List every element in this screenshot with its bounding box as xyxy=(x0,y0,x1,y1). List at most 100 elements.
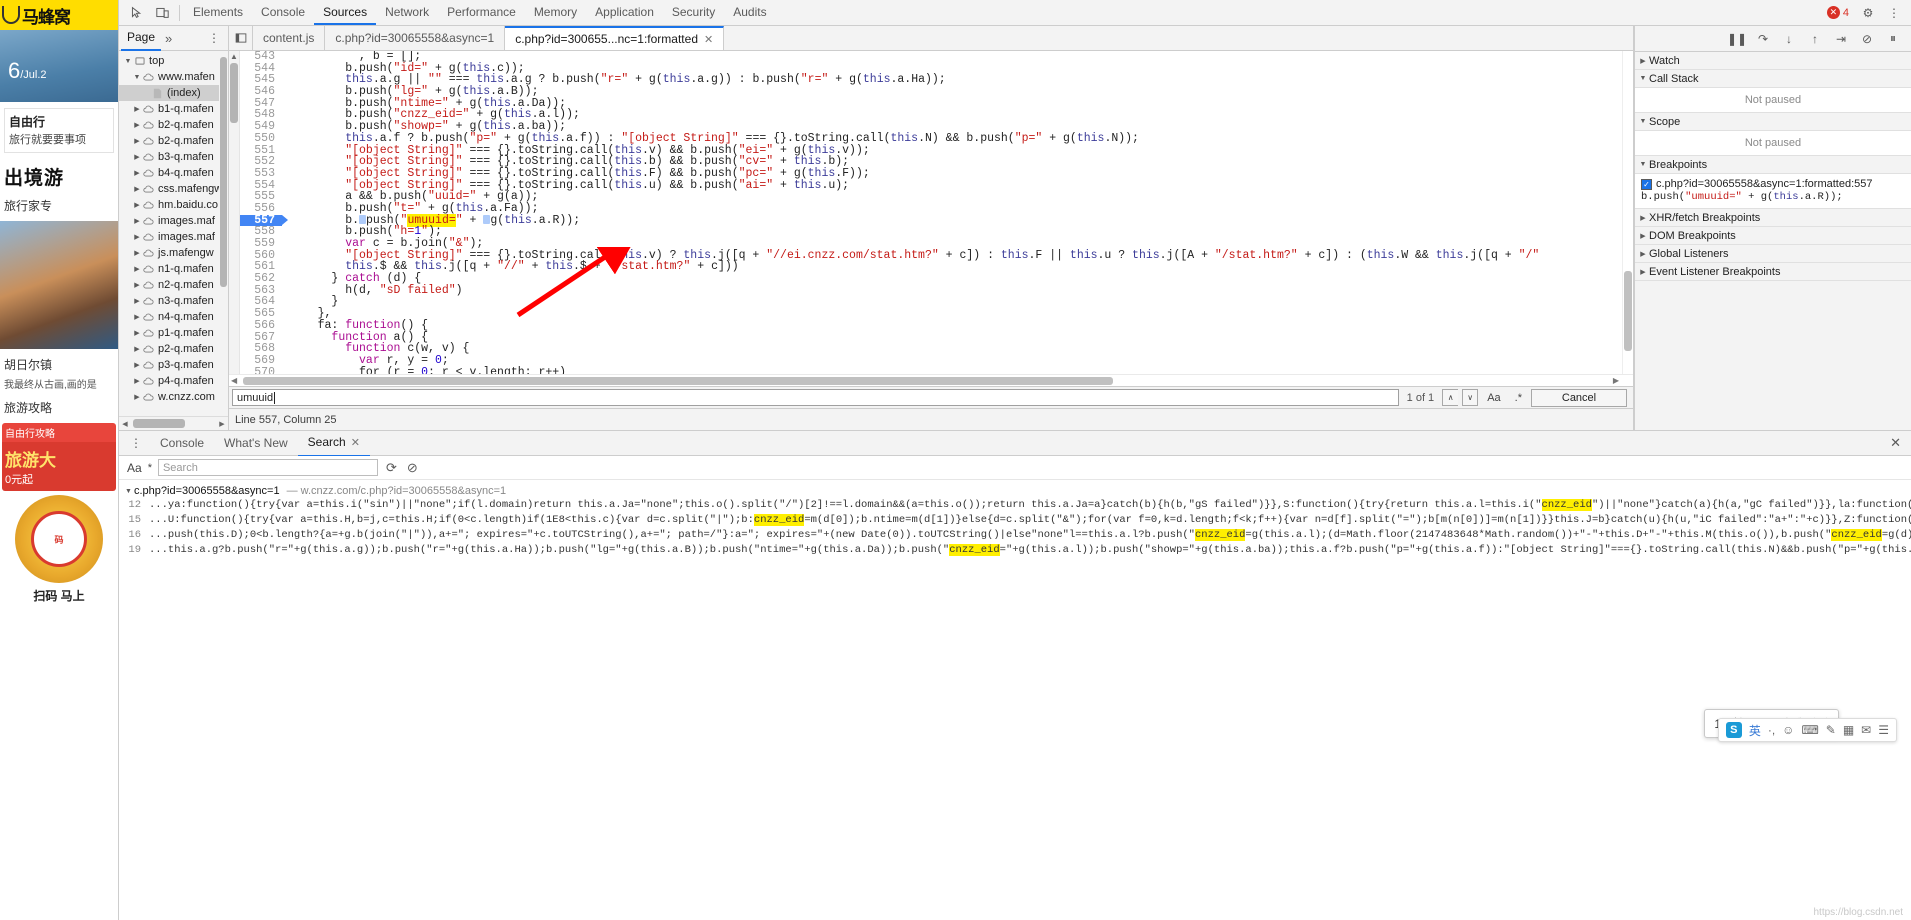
file-tree-item[interactable]: ▶ b4-q.mafen xyxy=(119,165,228,181)
tab-elements[interactable]: Elements xyxy=(184,0,252,25)
match-case-toggle[interactable]: Aa xyxy=(1482,392,1505,404)
file-tree-item[interactable]: ▶ images.maf xyxy=(119,213,228,229)
line-number[interactable]: 557 xyxy=(240,214,288,227)
breakpoint-checkbox[interactable]: ✓ xyxy=(1641,179,1652,190)
editor-scroll-left-icon[interactable]: ◀ xyxy=(231,376,237,385)
line-number[interactable]: 559 xyxy=(240,238,282,250)
search-result-group-header[interactable]: ▼ c.php?id=30065558&async=1 — w.cnzz.com… xyxy=(119,484,1911,498)
settings-gear-icon[interactable]: ⚙ xyxy=(1855,1,1881,25)
tree-twisty-icon[interactable]: ▶ xyxy=(132,105,142,113)
debugger-section-header[interactable]: ▼ Call Stack xyxy=(1635,70,1911,88)
tab-sources[interactable]: Sources xyxy=(314,0,377,25)
tree-twisty-icon[interactable]: ▶ xyxy=(132,169,142,177)
debugger-section-header[interactable]: ▶ Event Listener Breakpoints xyxy=(1635,263,1911,281)
ime-logo-icon[interactable]: S xyxy=(1725,722,1742,738)
tab-application[interactable]: Application xyxy=(586,0,663,25)
debugger-section-header[interactable]: ▼ Scope xyxy=(1635,113,1911,131)
section-twisty-icon[interactable]: ▼ xyxy=(1637,118,1649,125)
tree-twisty-icon[interactable]: ▼ xyxy=(132,74,142,81)
editor-vscroll-thumb[interactable] xyxy=(1624,271,1632,351)
line-number[interactable]: 570 xyxy=(240,366,282,374)
search-results[interactable]: ▼ c.php?id=30065558&async=1 — w.cnzz.com… xyxy=(119,480,1911,920)
file-tree-item[interactable]: ▶ b1-q.mafen xyxy=(119,101,228,117)
site-logo[interactable]: 马蜂窝 xyxy=(0,0,118,30)
navigator-tab-page[interactable]: Page xyxy=(121,25,162,51)
file-tree-item[interactable]: ▼ top xyxy=(119,53,228,69)
line-number[interactable]: 553 xyxy=(240,168,282,180)
debugger-section-header[interactable]: ▶ Global Listeners xyxy=(1635,245,1911,263)
file-tree-item[interactable]: ▶ b2-q.mafen xyxy=(119,117,228,133)
scroll-right-icon[interactable]: ▶ xyxy=(216,420,228,428)
file-tree-item[interactable]: ▼ www.mafen xyxy=(119,69,228,85)
code-line-breakpoint[interactable]: 557 b. push("umuuid=" + g(this.a.R)); xyxy=(240,213,1622,227)
debugger-sections[interactable]: ▶ Watch ▼ Call Stack Not paused ▼ Scope Not pau… xyxy=(1635,52,1911,430)
nav-line[interactable]: 旅行家专 xyxy=(0,194,118,217)
ime-language-toggle[interactable]: 英 xyxy=(1749,722,1761,739)
regex-toggle[interactable]: .* xyxy=(1510,392,1527,404)
more-options-icon[interactable]: ⋮ xyxy=(1881,1,1907,25)
scroll-left-icon[interactable]: ◀ xyxy=(119,420,131,428)
tab-audits[interactable]: Audits xyxy=(724,0,775,25)
section-twisty-icon[interactable]: ▶ xyxy=(1637,250,1649,258)
tree-twisty-icon[interactable]: ▶ xyxy=(132,185,142,193)
file-tree-item[interactable]: ▶ n1-q.mafen xyxy=(119,261,228,277)
navigator-menu-icon[interactable]: ⋮ xyxy=(203,31,226,45)
code-line[interactable]: 564 } xyxy=(240,296,1622,309)
code-line[interactable]: 556 b.push("t=" + g(this.a.Fa)); xyxy=(240,203,1622,215)
navigator-more-tabs-icon[interactable]: » xyxy=(161,31,176,46)
step-button[interactable]: ⇥ xyxy=(1829,28,1853,50)
search-result-row[interactable]: 19 ...this.a.g?b.push("r="+g(this.a.g));b… xyxy=(119,543,1911,558)
tab-memory[interactable]: Memory xyxy=(525,0,586,25)
find-cancel-button[interactable]: Cancel xyxy=(1531,388,1627,407)
file-tree-item[interactable]: ▶ n4-q.mafen xyxy=(119,309,228,325)
ime-tool-icon[interactable]: ✉ xyxy=(1861,723,1871,737)
tree-twisty-icon[interactable]: ▶ xyxy=(132,121,142,129)
advertisement[interactable]: 自由行攻略 旅游大 0元起 xyxy=(2,423,116,491)
toggle-navigator-icon[interactable] xyxy=(229,26,253,50)
file-tree-item[interactable]: ▶ n2-q.mafen xyxy=(119,277,228,293)
hscroll-track[interactable] xyxy=(131,419,216,428)
file-tree-item[interactable]: ▶ p1-q.mafen xyxy=(119,325,228,341)
editor-vertical-scrollbar[interactable] xyxy=(1622,51,1633,374)
editor-tab[interactable]: c.php?id=30065558&async=1 xyxy=(325,26,506,50)
search-result-lines[interactable]: 12 ...ya:function(){try{var a=this.i("sin… xyxy=(119,498,1911,558)
ime-tool-icon[interactable]: ⌨ xyxy=(1801,723,1818,737)
section-twisty-icon[interactable]: ▼ xyxy=(1637,75,1649,82)
deactivate-breakpoints-button[interactable]: ⊘ xyxy=(1855,28,1879,50)
code-line[interactable]: 565 }, xyxy=(240,308,1622,320)
search-result-row[interactable]: 15 ...U:function(){try{var a=this.H,b=j,c… xyxy=(119,513,1911,528)
tree-twisty-icon[interactable]: ▶ xyxy=(132,281,142,289)
scroll-up-icon[interactable]: ▲ xyxy=(230,52,238,61)
line-number[interactable]: 546 xyxy=(240,86,282,98)
code-line[interactable]: 563 h(d, "sD failed") xyxy=(240,284,1622,297)
file-tree-item[interactable]: ▶ css.mafengw xyxy=(119,181,228,197)
find-previous-button[interactable]: ∧ xyxy=(1442,389,1459,406)
ime-tool-icon[interactable]: ·, xyxy=(1768,723,1775,737)
debugger-section-header[interactable]: ▶ Watch xyxy=(1635,52,1911,70)
line-number[interactable]: 543 xyxy=(240,51,282,63)
editor-tab[interactable]: c.php?id=300655...nc=1:formatted ✕ xyxy=(505,26,725,50)
tab-security[interactable]: Security xyxy=(663,0,724,25)
device-toolbar-icon[interactable] xyxy=(149,1,175,25)
code-line[interactable]: 566 fa: function() { xyxy=(240,319,1622,332)
step-out-button[interactable]: ↑ xyxy=(1803,28,1827,50)
search-result-row[interactable]: 16 ...push(this.D);0<b.length?{a=+g.b(joi… xyxy=(119,528,1911,543)
debugger-section-header[interactable]: ▶ DOM Breakpoints xyxy=(1635,227,1911,245)
section-twisty-icon[interactable]: ▶ xyxy=(1637,57,1649,65)
file-tree-item[interactable]: ▶ p2-q.mafen xyxy=(119,341,228,357)
search-input[interactable]: Search xyxy=(157,459,378,476)
section-twisty-icon[interactable]: ▶ xyxy=(1637,232,1649,240)
code-line[interactable]: 570 for (r = 0; r < v.length; r++) xyxy=(240,366,1622,374)
editor-left-scrollbar[interactable]: ▲ xyxy=(229,51,240,374)
ime-tool-icon[interactable]: ✎ xyxy=(1826,723,1836,737)
ime-tool-icon[interactable]: ☺ xyxy=(1782,723,1794,737)
pause-button[interactable]: ❚❚ xyxy=(1725,28,1749,50)
tab-network[interactable]: Network xyxy=(376,0,438,25)
line-number[interactable]: 550 xyxy=(240,133,282,145)
inspect-element-icon[interactable] xyxy=(123,1,149,25)
ime-tool-icon[interactable]: ☰ xyxy=(1878,723,1889,737)
promo-card[interactable]: 自由行 旅行就要要事项 xyxy=(4,108,114,153)
file-tree-item[interactable]: (index) xyxy=(119,85,228,101)
file-tree-item[interactable]: ▶ js.mafengw xyxy=(119,245,228,261)
result-group-twisty-icon[interactable]: ▼ xyxy=(123,488,134,495)
